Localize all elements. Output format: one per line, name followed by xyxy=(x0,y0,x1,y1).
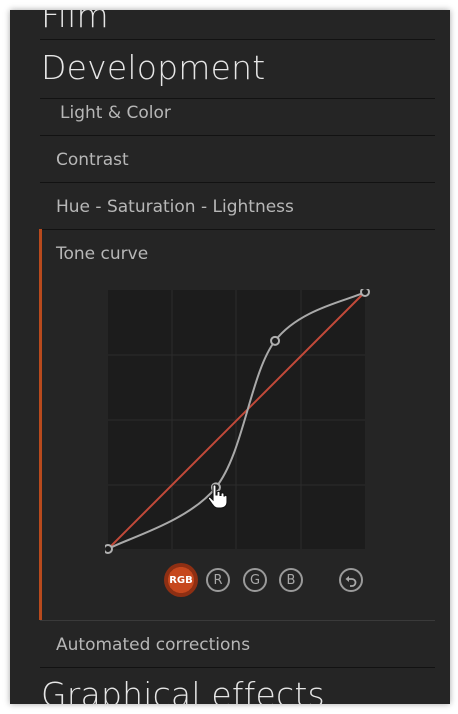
active-section-indicator xyxy=(39,229,42,620)
divider xyxy=(40,229,435,230)
item-tone-curve[interactable]: Tone curve xyxy=(56,244,148,264)
curve-control-point[interactable] xyxy=(105,544,113,554)
divider xyxy=(40,667,435,668)
curve-control-point[interactable] xyxy=(270,335,281,346)
channel-rgb-button[interactable]: RGB xyxy=(164,563,198,597)
item-hue-saturation-lightness[interactable]: Hue - Saturation - Lightness xyxy=(56,197,294,217)
item-automated-corrections[interactable]: Automated corrections xyxy=(56,635,250,655)
channel-b-button[interactable]: B xyxy=(279,568,303,592)
item-light-color[interactable]: Light & Color xyxy=(60,103,171,123)
settings-panel: Film Development Light & Color Contrast … xyxy=(10,10,450,704)
divider xyxy=(40,39,435,40)
divider xyxy=(40,98,435,99)
undo-icon xyxy=(345,576,357,587)
reset-curve-button[interactable] xyxy=(339,568,363,592)
divider xyxy=(40,620,435,621)
channel-g-button[interactable]: G xyxy=(243,568,267,592)
section-heading-graphical-effects[interactable]: Graphical effects xyxy=(41,675,325,704)
divider xyxy=(40,135,435,136)
hand-cursor-icon xyxy=(207,484,228,509)
channel-r-button[interactable]: R xyxy=(206,568,230,592)
section-heading-film[interactable]: Film xyxy=(41,10,109,35)
item-contrast[interactable]: Contrast xyxy=(56,150,129,170)
curve-control-point[interactable] xyxy=(360,289,370,297)
section-heading-development[interactable]: Development xyxy=(41,48,265,87)
divider xyxy=(40,182,435,183)
tone-curve-editor[interactable] xyxy=(105,289,371,557)
